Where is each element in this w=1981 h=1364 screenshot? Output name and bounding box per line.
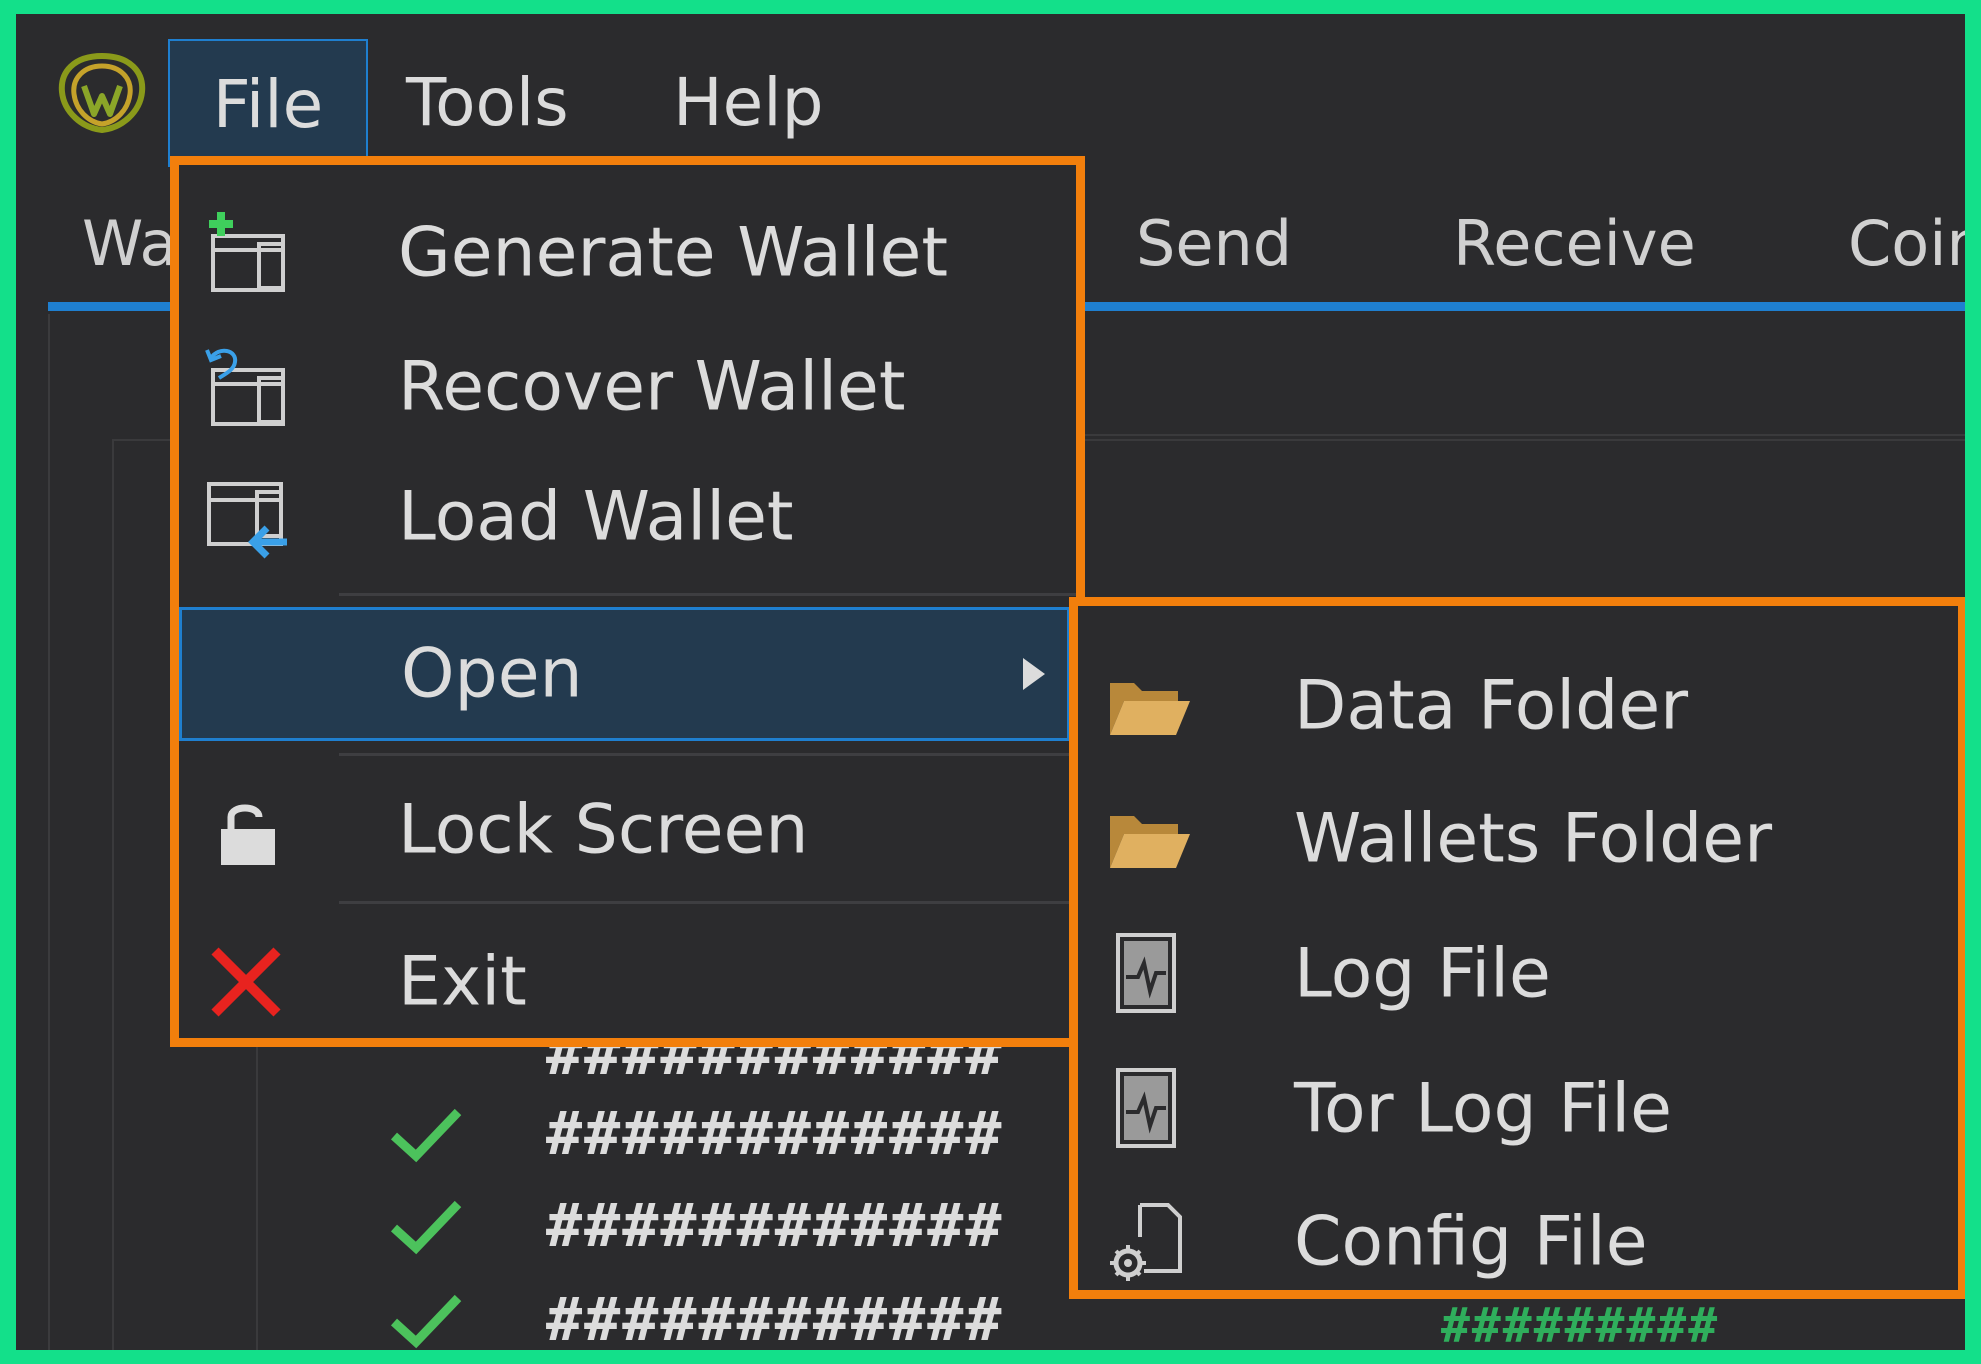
menu-item-config-file[interactable]: Config File [1078, 1182, 1958, 1302]
menu-item-recover-wallet[interactable]: Recover Wallet [179, 335, 1076, 439]
menu-separator [339, 901, 1076, 904]
load-wallet-icon [201, 472, 291, 562]
app-logo-icon [58, 52, 146, 134]
menu-item-wallets-folder[interactable]: Wallets Folder [1078, 779, 1958, 899]
menu-separator [339, 753, 1076, 756]
menu-item-label: Tor Log File [1294, 1069, 1673, 1149]
file-menu: Generate Wallet Recover Wallet Load Wall… [170, 156, 1085, 1047]
menu-bar: File Tools Help [16, 14, 1965, 167]
submenu-arrow-icon [1023, 658, 1045, 690]
menu-item-label: Log File [1294, 934, 1551, 1014]
tab-send[interactable]: Send [1136, 189, 1292, 299]
menu-item-tor-log-file[interactable]: Tor Log File [1078, 1049, 1958, 1169]
hidden-value: ############ [546, 1285, 1004, 1350]
hidden-value: ############ [546, 1191, 1004, 1261]
menu-tools[interactable]: Tools [406, 39, 569, 167]
menu-item-label: Config File [1294, 1202, 1648, 1282]
menu-item-exit[interactable]: Exit [179, 917, 1076, 1047]
menu-item-data-folder[interactable]: Data Folder [1078, 646, 1958, 766]
menu-separator [339, 593, 1076, 596]
checkmark-icon [390, 1200, 462, 1255]
tab-coins[interactable]: Coin [1848, 189, 1965, 299]
folder-icon [1104, 661, 1194, 751]
config-file-icon [1104, 1197, 1194, 1287]
menu-item-lock-screen[interactable]: Lock Screen [179, 765, 1076, 895]
close-icon [201, 937, 291, 1027]
log-file-icon [1104, 1064, 1194, 1154]
checkmark-icon [390, 1108, 462, 1163]
lock-icon [201, 785, 291, 875]
menu-item-generate-wallet[interactable]: Generate Wallet [179, 201, 1076, 305]
menu-item-label: Data Folder [1294, 666, 1689, 746]
hidden-amount: ######### [1441, 1298, 1720, 1350]
menu-item-log-file[interactable]: Log File [1078, 914, 1958, 1034]
menu-file[interactable]: File [168, 39, 368, 167]
open-submenu: Data Folder Wallets Folder Log File Tor … [1069, 597, 1965, 1299]
menu-item-label: Recover Wallet [398, 347, 906, 427]
menu-help[interactable]: Help [673, 39, 823, 167]
menu-item-label: Load Wallet [398, 477, 794, 557]
tab-wallet[interactable]: Wa [82, 189, 177, 299]
menu-item-label: Open [401, 634, 583, 714]
menu-item-label: Lock Screen [398, 790, 809, 870]
menu-item-load-wallet[interactable]: Load Wallet [179, 465, 1076, 569]
log-file-icon [1104, 929, 1194, 1019]
tab-receive[interactable]: Receive [1453, 189, 1696, 299]
menu-item-label: Exit [398, 942, 527, 1022]
hidden-value: ############ [546, 1099, 1004, 1169]
folder-icon [1104, 794, 1194, 884]
app-window: File Tools Help Wa Send Receive Coin ###… [16, 14, 1965, 1350]
recover-wallet-icon [201, 342, 291, 432]
new-wallet-icon [201, 208, 291, 298]
content-line [1066, 434, 1965, 436]
checkmark-icon [390, 1294, 462, 1349]
menu-item-label: Wallets Folder [1294, 799, 1773, 879]
menu-item-open[interactable]: Open [179, 607, 1070, 741]
menu-item-label: Generate Wallet [398, 213, 949, 293]
